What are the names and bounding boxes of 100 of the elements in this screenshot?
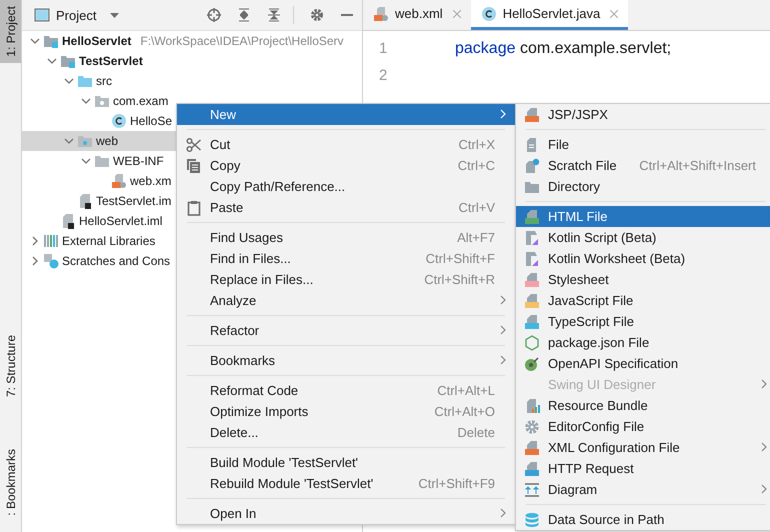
library-icon <box>43 233 59 249</box>
menu-item[interactable]: Kotlin Script (Beta) <box>516 227 770 248</box>
menu-item[interactable]: OpenAPI Specification <box>516 353 770 374</box>
chevron-icon[interactable] <box>30 236 40 246</box>
menu-item[interactable]: XML Configuration File <box>516 437 770 458</box>
close-icon[interactable] <box>610 10 618 18</box>
menu-item[interactable]: Reformat Code Ctrl+Alt+L <box>177 380 515 401</box>
caret-icon[interactable] <box>110 12 120 18</box>
menu-item[interactable]: EditorConfig File <box>516 416 770 437</box>
file-type-icon <box>524 440 540 456</box>
chevron-icon[interactable] <box>47 56 57 66</box>
tree-item[interactable]: Scratches and Cons <box>62 254 170 268</box>
menu-item[interactable]: JSP/JSPX <box>516 104 770 125</box>
menu-item[interactable]: Replace in Files... Ctrl+Shift+R <box>177 269 515 290</box>
chevron-icon[interactable] <box>64 76 74 86</box>
menu-item[interactable]: HTTP Request <box>516 458 770 479</box>
menu-item: Swing UI Designer <box>516 374 770 395</box>
chevron-icon[interactable] <box>64 136 74 146</box>
scissors-icon <box>186 136 202 152</box>
menu-item[interactable]: Cut Ctrl+X <box>177 134 515 155</box>
menu-item[interactable]: Copy Path/Reference... <box>177 176 515 197</box>
tree-item[interactable]: WEB-INF <box>113 154 164 168</box>
project-view-icon <box>34 8 50 22</box>
menu-item[interactable]: HTML File <box>516 206 770 227</box>
settings-icon[interactable] <box>310 8 324 22</box>
menu-item[interactable]: Copy Ctrl+C <box>177 155 515 176</box>
menu-item[interactable]: Stylesheet <box>516 269 770 290</box>
tree-item[interactable]: com.exam <box>113 94 168 108</box>
menu-item[interactable]: Rebuild Module 'TestServlet' Ctrl+Shift+F9 <box>177 473 515 494</box>
menu-item[interactable]: package.json File <box>516 332 770 353</box>
menu-item[interactable]: TypeScript File <box>516 311 770 332</box>
tree-item[interactable]: HelloSe <box>130 114 172 128</box>
menu-item[interactable]: Open In <box>177 503 515 524</box>
expand-all-icon[interactable] <box>237 8 251 22</box>
diagram-icon <box>524 482 540 498</box>
chevron-icon <box>500 508 506 518</box>
hexagon-icon <box>524 334 540 350</box>
scratch-file-icon <box>524 158 540 174</box>
copy-icon <box>186 158 202 174</box>
chevron-icon[interactable] <box>81 156 91 166</box>
tree-item[interactable]: web.xm <box>130 174 172 188</box>
tool-window-tab[interactable]: : Bookmarks <box>0 442 21 522</box>
shortcut-label: Ctrl+Alt+L <box>437 383 495 398</box>
tree-item[interactable]: HelloServlet <box>62 34 132 48</box>
module-icon <box>43 33 59 49</box>
menu-item[interactable]: Diagram <box>516 479 770 500</box>
view-selector[interactable]: Project <box>56 8 96 22</box>
editor-tab[interactable]: web.xml <box>363 0 471 30</box>
file-type-icon <box>524 106 540 122</box>
tool-window-tab[interactable]: 7: Structure <box>0 328 21 403</box>
menu-item[interactable]: Optimize Imports Ctrl+Alt+O <box>177 401 515 422</box>
menu-item[interactable]: Scratch File Ctrl+Alt+Shift+Insert <box>516 155 770 176</box>
chevron-icon <box>761 379 767 389</box>
menu-item[interactable]: File <box>516 134 770 155</box>
shortcut-label: Ctrl+X <box>458 137 495 152</box>
tree-item[interactable]: src <box>96 74 112 88</box>
class-icon <box>480 6 497 22</box>
editor-tab[interactable]: HelloServlet.java <box>470 0 628 30</box>
resource-bundle-icon <box>524 398 540 414</box>
collapse-all-icon[interactable] <box>267 8 281 22</box>
chevron-icon[interactable] <box>30 36 40 46</box>
shortcut-label: Ctrl+C <box>458 158 495 173</box>
menu-item[interactable]: Paste Ctrl+V <box>177 197 515 218</box>
folder-icon <box>94 153 110 169</box>
chevron-icon <box>500 355 506 365</box>
tree-item[interactable]: HelloServlet.iml <box>79 214 162 228</box>
menu-item[interactable]: New <box>177 104 515 125</box>
menu-item[interactable]: Directory <box>516 176 770 197</box>
shortcut-label: Ctrl+Alt+O <box>434 404 495 419</box>
menu-item[interactable]: Build Module 'TestServlet' <box>177 452 515 473</box>
shortcut-label: Ctrl+Alt+Shift+Insert <box>639 158 756 173</box>
menu-item[interactable]: Find Usages Alt+F7 <box>177 227 515 248</box>
chevron-icon <box>761 442 767 452</box>
shortcut-label: Ctrl+V <box>458 200 495 215</box>
tree-item[interactable]: TestServlet <box>79 54 143 68</box>
tree-item[interactable]: External Libraries <box>62 234 156 248</box>
chevron-icon <box>761 484 767 494</box>
tree-item[interactable]: web <box>96 134 118 148</box>
menu-item[interactable]: Find in Files... Ctrl+Shift+F <box>177 248 515 269</box>
file-type-icon <box>524 314 540 330</box>
menu-item[interactable]: Bookmarks <box>177 350 515 371</box>
menu-item[interactable]: JavaScript File <box>516 290 770 311</box>
chevron-icon <box>500 295 506 305</box>
tree-item[interactable]: TestServlet.im <box>96 194 172 208</box>
class-icon <box>111 113 127 129</box>
chevron-icon[interactable] <box>81 96 91 106</box>
locate-icon[interactable] <box>207 8 221 22</box>
chevron-icon[interactable] <box>30 256 40 266</box>
menu-item[interactable]: Delete... Delete <box>177 422 515 443</box>
menu-item[interactable]: Analyze <box>177 290 515 311</box>
menu-item[interactable]: Refactor <box>177 320 515 341</box>
menu-item[interactable]: Data Source in Path <box>516 509 770 530</box>
menu-item[interactable]: Kotlin Worksheet (Beta) <box>516 248 770 269</box>
menu-item[interactable]: Resource Bundle <box>516 395 770 416</box>
xml-file-icon <box>111 173 127 189</box>
chevron-icon <box>500 325 506 335</box>
folder-icon <box>77 73 93 89</box>
file-type-icon <box>524 272 540 288</box>
tool-window-tab[interactable]: 1: Project <box>0 0 21 63</box>
file-type-icon <box>524 460 540 476</box>
